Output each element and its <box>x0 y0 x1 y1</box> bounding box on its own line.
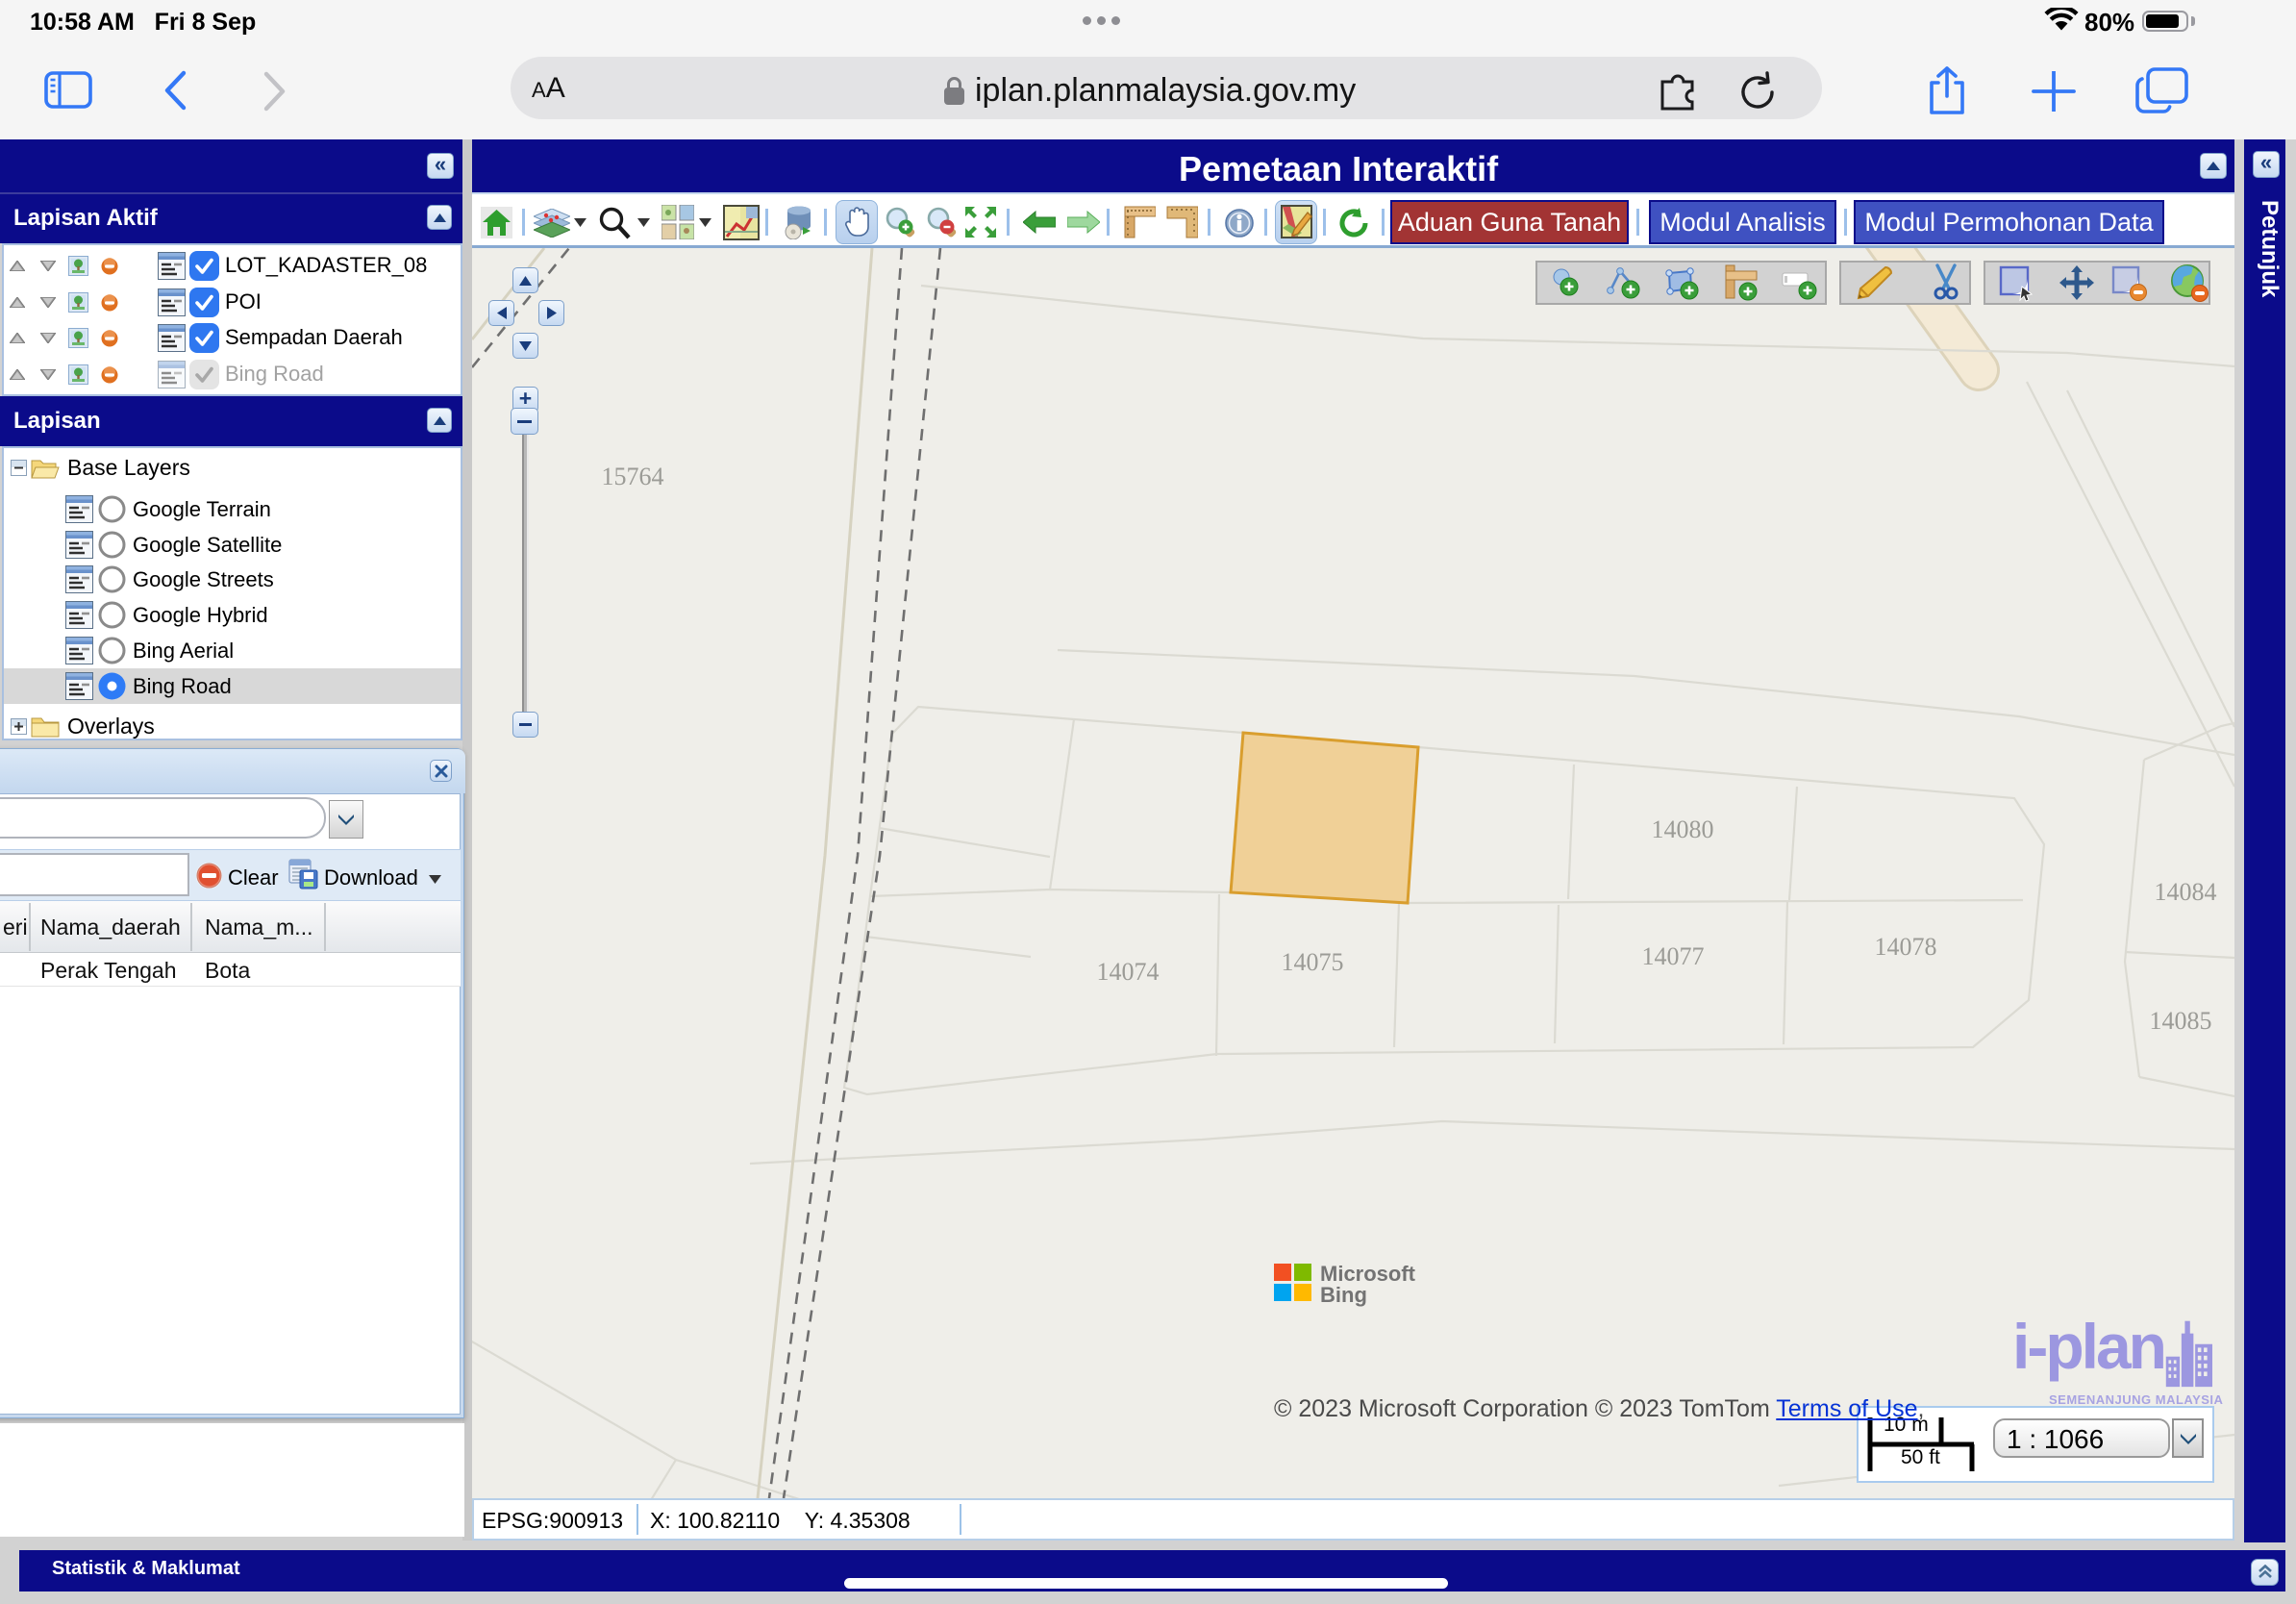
svg-text:14075: 14075 <box>1282 948 1344 976</box>
svg-text:14080: 14080 <box>1652 815 1714 843</box>
svg-text:14077: 14077 <box>1642 942 1705 970</box>
svg-text:15764: 15764 <box>602 463 664 490</box>
svg-text:14084: 14084 <box>2155 878 2217 906</box>
svg-text:14085: 14085 <box>2150 1007 2212 1035</box>
svg-text:14074: 14074 <box>1097 958 1160 986</box>
svg-text:14078: 14078 <box>1875 933 1937 961</box>
